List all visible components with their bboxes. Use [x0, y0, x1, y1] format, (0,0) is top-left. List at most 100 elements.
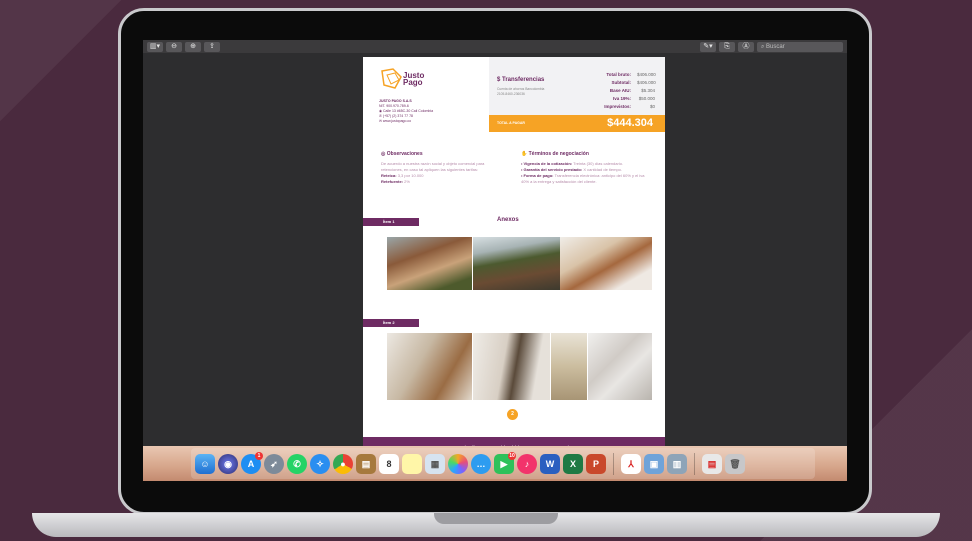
reteica-label: Reteica: — [381, 173, 397, 178]
whatsapp-icon[interactable]: ✆ — [287, 453, 307, 474]
calendar-day: 8 — [386, 458, 392, 469]
document-area[interactable]: Justo Pago JUSTO PAGO S.A.S NIT. 900.970.… — [143, 53, 847, 459]
totals-value: $406.000 — [637, 72, 656, 77]
totals-value: $5.304 — [641, 88, 655, 93]
photos-icon[interactable] — [448, 453, 468, 474]
totals-label: Base AIU: — [609, 88, 631, 93]
handshake-icon: ✋ — [521, 151, 529, 157]
observations-heading: ◎ Observaciones — [381, 151, 503, 157]
retefuente-line: Retefuente: 2% — [381, 179, 503, 185]
page-number: 2 — [507, 409, 518, 420]
zoom-out-icon[interactable]: ⊖ — [166, 41, 182, 52]
laptop-notch — [434, 513, 558, 524]
finder-icon[interactable]: ☺ — [195, 453, 215, 474]
brand-name: Justo Pago — [403, 72, 424, 87]
totals-label: Total bruto: — [606, 72, 631, 77]
trash-icon[interactable]: 🗑 — [725, 453, 745, 474]
total-label: TOTAL A PAGAR — [497, 121, 525, 125]
notes-book-icon[interactable]: ▤ — [356, 453, 376, 474]
terms-title: Términos de negociación — [528, 151, 589, 157]
markup-pen-icon[interactable]: ✎▾ — [700, 41, 716, 52]
totals-list: Total bruto: $406.000 Subtotal: $406.000 B… — [604, 71, 656, 111]
image-capture-icon[interactable]: ▥ — [667, 453, 687, 474]
company-phone: (+57) (2) 374 77 78 — [382, 114, 413, 118]
dock-shelf: ☺ ◉ A1 ➶ ✆ ✧ ● ▤ 8 ▦ … ▶ 10 ♪ W X P ⅄ ▣ ▥… — [191, 448, 815, 479]
annotate-icon[interactable]: Ⓐ — [738, 41, 754, 52]
totals-label: Iva 19%: — [612, 96, 631, 101]
messages-icon[interactable]: … — [471, 453, 491, 474]
zoom-in-icon[interactable]: ⊕ — [185, 41, 201, 52]
totals-row: Total bruto: $406.000 — [604, 71, 655, 79]
retefuente-label: Retefuente: — [381, 179, 404, 184]
facetime-badge: 10 — [508, 451, 516, 460]
photo-wall-damage-2 — [473, 333, 550, 400]
calendar-icon[interactable]: 8 — [379, 453, 399, 474]
reteica-value: 3,3 por 10.000 — [397, 173, 424, 178]
company-info: JUSTO PAGO S.A.S NIT. 900.970.789-6 ◉ Ca… — [379, 99, 433, 124]
word-icon[interactable]: W — [540, 453, 560, 474]
safari-icon[interactable]: ✧ — [310, 453, 330, 474]
app-store-badge: 1 — [255, 451, 263, 460]
payment-title: $ Transferencias — [497, 77, 544, 83]
powerpoint-icon[interactable]: P — [586, 453, 606, 474]
term-value: Treinta (30) días calendario. — [573, 161, 624, 166]
dock-separator — [694, 452, 695, 475]
brand-line-2: Pago — [403, 78, 423, 87]
totals-row: Subtotal: $406.000 — [604, 79, 656, 87]
photo-wall-damage-4 — [588, 333, 652, 400]
totals-row: Imprevistos: $0 — [604, 103, 655, 111]
totals-label: Imprevistos: — [604, 104, 631, 109]
payment-account: Cuenta de ahorros Bancolombia 2105-8460-… — [497, 87, 545, 96]
term-label: • Garantía del servicio prestado: — [521, 167, 583, 172]
music-icon[interactable]: ♪ — [517, 453, 537, 474]
photo-wall-damage-1 — [387, 333, 472, 400]
observations-section: ◎ Observaciones De acuerdo a nuestra raz… — [381, 151, 503, 185]
search-placeholder: Buscar — [766, 43, 785, 50]
term-line: • Forma de pago: Transferencia electróni… — [521, 173, 651, 185]
siri-icon[interactable]: ◉ — [218, 453, 238, 474]
photo-wall-damage-3 — [551, 333, 587, 400]
totals-row: Iva 19%: $50.000 — [604, 95, 655, 103]
photo-fallen-tree — [473, 237, 560, 290]
dock: ☺ ◉ A1 ➶ ✆ ✧ ● ▤ 8 ▦ … ▶ 10 ♪ W X P ⅄ ▣ ▥… — [143, 446, 847, 481]
totals-row: Base AIU: $5.304 — [604, 87, 655, 95]
preview-image-icon[interactable]: ▣ — [644, 453, 664, 474]
totals-label: Subtotal: — [611, 80, 632, 85]
facetime-icon[interactable]: ▶ 10 — [494, 451, 516, 474]
term-label: • Vigencia de la cotización: — [521, 161, 573, 166]
rotate-icon[interactable]: ⎘ — [719, 41, 735, 52]
search-input[interactable]: ⌕ Buscar — [757, 41, 843, 52]
totals-value: $50.000 — [638, 96, 655, 101]
totals-value: $406.000 — [637, 80, 656, 85]
term-value: X cantidad de tiempo. — [583, 167, 623, 172]
item-2-tag: Ítem 2 — [363, 319, 419, 327]
screen: ▥▾ ⊖ ⊕ ⇪ ✎▾ ⎘ Ⓐ ⌕ Buscar Justo Pago JUSTO… — [143, 40, 847, 481]
acrobat-icon[interactable]: ⅄ — [621, 453, 641, 474]
viewer-toolbar: ▥▾ ⊖ ⊕ ⇪ ✎▾ ⎘ Ⓐ ⌕ Buscar — [143, 40, 847, 53]
observations-title: Observaciones — [386, 151, 423, 157]
totals-value: $0 — [649, 104, 655, 109]
downloads-stack-icon[interactable]: ▤ — [702, 453, 722, 474]
company-web: www.justopago.co — [382, 119, 412, 123]
notes-icon[interactable] — [402, 453, 422, 474]
launchpad-icon[interactable]: ➶ — [264, 453, 284, 474]
retefuente-value: 2% — [404, 179, 410, 184]
chrome-icon[interactable]: ● — [333, 453, 353, 474]
page-header: Justo Pago JUSTO PAGO S.A.S NIT. 900.970.… — [363, 57, 665, 135]
document-page: Justo Pago JUSTO PAGO S.A.S NIT. 900.970.… — [363, 57, 665, 437]
photo-ceiling-damage — [560, 237, 652, 290]
app-store-icon[interactable]: A1 — [241, 451, 263, 474]
excel-icon[interactable]: X — [563, 453, 583, 474]
annex-title: Anexos — [497, 217, 519, 223]
terms-section: ✋ Términos de negociación • Vigencia de … — [521, 151, 651, 185]
item-1-tag: Ítem 1 — [363, 218, 419, 226]
term-label: • Forma de pago: — [521, 173, 554, 178]
share-icon[interactable]: ⇪ — [204, 41, 220, 52]
sidebar-toggle-icon[interactable]: ▥▾ — [147, 41, 163, 52]
preview-icon[interactable]: ▦ — [425, 453, 445, 474]
dock-separator — [613, 452, 614, 475]
total-bar: TOTAL A PAGAR $444.304 — [489, 115, 665, 132]
total-value: $444.304 — [607, 117, 653, 129]
company-address: Calle 13 #65C-30 Cali Colombia — [383, 109, 434, 113]
observations-text: De acuerdo a nuestra razón social y obje… — [381, 161, 485, 172]
